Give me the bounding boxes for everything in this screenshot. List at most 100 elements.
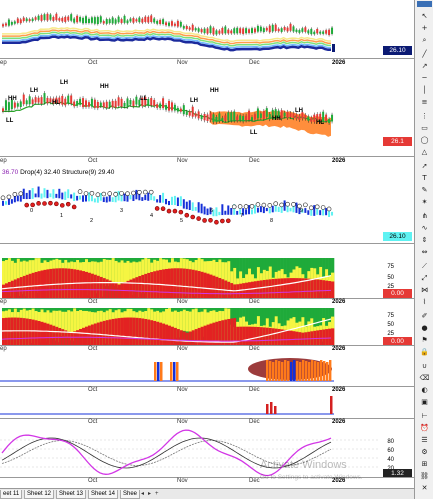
heat-bars-pane-2[interactable]: 75 50 25 0.00 bbox=[0, 308, 414, 346]
wave-dot bbox=[101, 191, 107, 197]
cursor-tool-icon[interactable]: ↖ bbox=[418, 12, 431, 20]
eraser-tool-icon[interactable]: ⌫ bbox=[418, 374, 431, 382]
wave-bar bbox=[289, 207, 292, 212]
histogram-spike bbox=[275, 360, 278, 381]
wave-bar bbox=[117, 190, 120, 201]
magnet-tool-icon[interactable]: ∪ bbox=[418, 362, 431, 370]
vertical-line-tool-icon[interactable]: │ bbox=[418, 86, 431, 94]
link-tool-icon[interactable]: ⛓ bbox=[418, 472, 431, 480]
snapshot-tool-icon[interactable]: ▣ bbox=[418, 398, 431, 406]
heat-red-segment bbox=[153, 271, 157, 298]
grid-tool-icon[interactable]: ⊞ bbox=[418, 460, 431, 468]
flag-tool-icon[interactable]: ⚑ bbox=[418, 336, 431, 344]
alert-tool-icon[interactable]: ⏰ bbox=[418, 424, 431, 432]
heat-red-segment bbox=[203, 325, 207, 345]
price-candle bbox=[64, 16, 67, 22]
heat-red-segment bbox=[197, 327, 201, 345]
histogram-plot bbox=[0, 358, 334, 382]
brush-tool-icon[interactable]: ✐ bbox=[418, 312, 431, 320]
delete-tool-icon[interactable]: ✕ bbox=[418, 484, 431, 492]
swing-label: LH bbox=[60, 80, 68, 86]
crosshair-tool-icon[interactable]: + bbox=[418, 24, 431, 32]
axis-month-nov: Nov bbox=[177, 60, 188, 66]
horizontal-line-tool-icon[interactable]: ─ bbox=[418, 74, 431, 82]
swing-candle bbox=[289, 113, 292, 118]
heat-yellow-segment bbox=[182, 309, 187, 331]
sheet-next-icon[interactable]: ▸ bbox=[148, 490, 151, 499]
sheet-prev-icon[interactable]: ◂ bbox=[141, 490, 144, 499]
price-candle bbox=[70, 14, 73, 21]
ray-tool-icon[interactable]: ↗ bbox=[418, 62, 431, 70]
text-tool-icon[interactable]: T bbox=[418, 174, 431, 182]
axis-month-dec: Dec bbox=[249, 419, 260, 425]
histogram-pane[interactable] bbox=[0, 354, 414, 387]
speed-line-tool-icon[interactable]: ⟋ bbox=[418, 262, 431, 270]
heat-red-segment bbox=[191, 330, 195, 345]
sheet-tab-more[interactable]: Shee bbox=[120, 490, 141, 499]
heat-red-segment bbox=[256, 280, 261, 298]
lock-tool-icon[interactable]: 🔒 bbox=[418, 348, 431, 356]
wave-bar bbox=[182, 199, 185, 209]
heat-red-segment bbox=[283, 278, 287, 298]
wave-bar bbox=[277, 206, 280, 212]
histogram-spike bbox=[323, 361, 326, 381]
price-candle bbox=[159, 19, 162, 25]
triangle-tool-icon[interactable]: △ bbox=[418, 148, 431, 156]
oscillator-pane[interactable]: 80 60 40 20 1.32 bbox=[0, 428, 414, 478]
price-candle bbox=[215, 30, 218, 35]
rectangle-tool-icon[interactable]: ▭ bbox=[418, 124, 431, 132]
arrow-tool-icon[interactable]: ➚ bbox=[418, 162, 431, 170]
sheet-add-icon[interactable]: + bbox=[155, 490, 159, 499]
price-pane-1[interactable]: 26.10 bbox=[0, 0, 414, 59]
wave-bar bbox=[16, 195, 19, 202]
gann-tool-icon[interactable]: ✶ bbox=[418, 198, 431, 206]
wave-bar bbox=[168, 200, 170, 206]
trendline-tool-icon[interactable]: ╱ bbox=[418, 50, 431, 58]
channel-tool-icon[interactable]: ≡ bbox=[418, 98, 431, 106]
zoom-tool-icon[interactable]: ⌕ bbox=[418, 36, 431, 44]
sheet-tab-12[interactable]: Sheet 12 bbox=[24, 490, 55, 499]
settings-tool-icon[interactable]: ⚙ bbox=[418, 448, 431, 456]
price-candle bbox=[67, 16, 70, 21]
ruler-tool-icon[interactable]: ⊢ bbox=[418, 412, 431, 420]
wave-count-label: 6 bbox=[210, 208, 213, 214]
wave-bar bbox=[170, 196, 173, 205]
wave-indicator-label: 36.70 Drop(4) 32.40 Structure(9) 29.40 bbox=[2, 169, 115, 176]
wave-bar bbox=[96, 196, 99, 203]
wave-count-pane[interactable]: 0 1 2 3 4 5 6 7 8 9 36.70 Drop(4) 32.40 Structure… bbox=[0, 168, 414, 244]
price-candle bbox=[245, 28, 248, 34]
signal-spikes-pane[interactable] bbox=[0, 394, 414, 419]
sheet-tab-14[interactable]: Sheet 14 bbox=[88, 490, 119, 499]
pitchfork-tool-icon[interactable]: ⋔ bbox=[418, 212, 431, 220]
andrews-tool-icon[interactable]: ⋈ bbox=[418, 286, 431, 294]
polyline-tool-icon[interactable]: ⌇ bbox=[418, 298, 431, 306]
hide-drawings-icon[interactable]: ◐ bbox=[418, 386, 431, 394]
note-tool-icon[interactable]: ✎ bbox=[418, 186, 431, 194]
swing-candle bbox=[328, 118, 331, 123]
wave-dot bbox=[291, 202, 296, 207]
price-candle bbox=[325, 30, 328, 34]
cycle-tool-icon[interactable]: ∿ bbox=[418, 224, 431, 232]
heat-bars-pane-1[interactable]: 75 50 25 0.00 bbox=[0, 258, 414, 299]
fibonacci-tool-icon[interactable]: ⋮ bbox=[418, 112, 431, 120]
regression-tool-icon[interactable]: ⤢ bbox=[418, 274, 431, 282]
marker-tool-icon[interactable]: ● bbox=[418, 324, 431, 332]
swing-structure-pane[interactable]: HH LH HL LL LH HH LL HH LH HL LL LH HH 26.1 bbox=[0, 70, 414, 157]
activation-watermark-subtitle: Go to Settings to activate Windows. bbox=[260, 474, 363, 481]
sheet-tab-13[interactable]: Sheet 13 bbox=[56, 490, 87, 499]
toolbar-header-icon[interactable] bbox=[417, 1, 432, 7]
swing-label: HH bbox=[100, 84, 109, 90]
heat-red-segment bbox=[76, 269, 80, 298]
ellipse-tool-icon[interactable]: ◯ bbox=[418, 136, 431, 144]
swing-candle bbox=[70, 95, 73, 104]
heat-red-segment bbox=[19, 317, 24, 345]
swing-label: HH bbox=[8, 96, 17, 102]
wave-bar bbox=[156, 199, 159, 203]
template-tool-icon[interactable]: ☰ bbox=[418, 436, 431, 444]
heat-red-segment bbox=[203, 272, 207, 298]
sheet-tab-11[interactable]: eet 11 bbox=[0, 490, 23, 499]
range-tool-icon[interactable]: ⇔ bbox=[418, 248, 431, 256]
swing-candle bbox=[2, 108, 4, 112]
measure-tool-icon[interactable]: ⇕ bbox=[418, 236, 431, 244]
heat-red-segment bbox=[200, 326, 204, 345]
